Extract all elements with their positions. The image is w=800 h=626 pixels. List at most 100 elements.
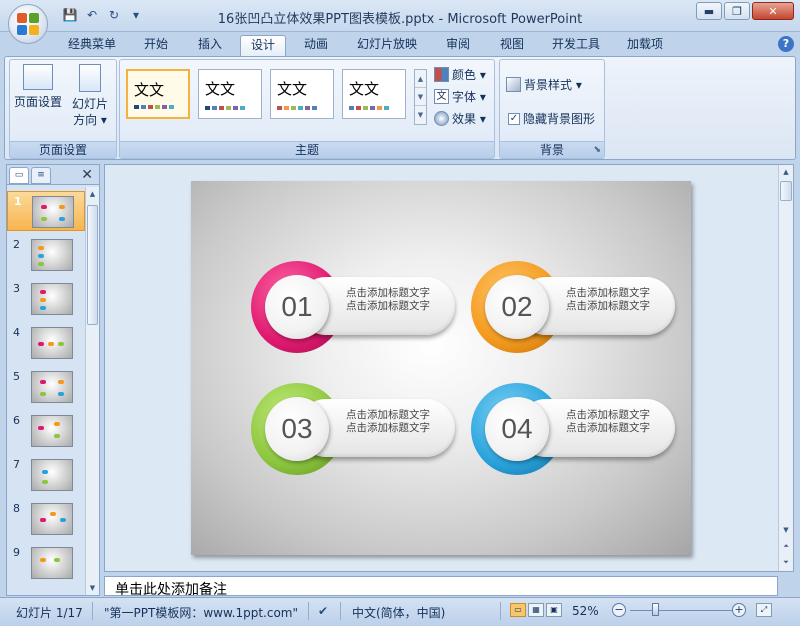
tab-home[interactable]: 开始 [136, 35, 176, 56]
scrollbar-thumb[interactable] [780, 181, 792, 201]
tab-review[interactable]: 审阅 [438, 35, 478, 56]
scroll-down-icon[interactable]: ▼ [86, 581, 99, 595]
scrollbar-thumb[interactable] [87, 205, 98, 325]
help-icon[interactable]: ? [778, 36, 794, 52]
tab-insert[interactable]: 插入 [190, 35, 230, 56]
tab-outline[interactable]: ≡ [31, 167, 51, 184]
tab-animations[interactable]: 动画 [296, 35, 336, 56]
theme-fonts-button[interactable]: 文 字体 ▾ [434, 88, 486, 105]
slide-preview [31, 371, 73, 403]
previous-slide-icon[interactable]: ⏶ [779, 539, 793, 553]
theme-swatches [277, 106, 317, 110]
slide-number: 4 [13, 326, 20, 339]
background-dialog-launcher-icon[interactable]: ⬊ [593, 145, 601, 155]
slide-thumbnail[interactable]: 1 [7, 191, 85, 231]
slide-orientation-button[interactable]: 幻灯片 方向 ▾ [66, 64, 114, 128]
caption-line-2: 点击添加标题文字 [566, 300, 650, 312]
fit-to-window-icon[interactable]: ⤢ [756, 603, 772, 617]
caption-line-2: 点击添加标题文字 [346, 300, 430, 312]
page-setup-label: 页面设置 [14, 95, 63, 109]
zoom-out-icon[interactable]: − [612, 603, 626, 617]
caption-line-1: 点击添加标题文字 [566, 409, 650, 421]
scroll-up-icon[interactable]: ▲ [779, 165, 793, 179]
zoom-level[interactable]: 52% [572, 604, 599, 618]
tab-developer[interactable]: 开发工具 [546, 35, 606, 56]
slide-item-04[interactable]: 04 点击添加标题文字 点击添加标题文字 [471, 383, 677, 475]
slide-sorter-view-icon[interactable]: ▦ [528, 603, 544, 617]
slides-pane-scrollbar[interactable]: ▲ ▼ [85, 187, 99, 595]
gallery-more-icon[interactable]: ▼ [415, 106, 426, 124]
slide-thumbnail[interactable]: 5 [7, 367, 85, 407]
background-styles-button[interactable]: 背景样式 ▾ [506, 76, 582, 93]
page-setup-button[interactable]: 页面设置 [14, 64, 62, 110]
window-title: 16张凹凸立体效果PPT图表模板.pptx - Microsoft PowerP… [217, 12, 583, 27]
editor-scrollbar[interactable]: ▲ ▼ ⏶ ⏷ [778, 165, 793, 571]
ribbon-tabs: 经典菜单 开始 插入 设计 动画 幻灯片放映 审阅 视图 开发工具 加载项 ? [0, 32, 800, 56]
zoom-slider-track[interactable] [630, 610, 734, 611]
slide-item-01[interactable]: 01 点击添加标题文字 点击添加标题文字 [251, 261, 457, 353]
spellcheck-icon[interactable]: ✔ [318, 604, 328, 618]
maximize-button[interactable]: ❐ [724, 2, 750, 20]
zoom-slider-thumb[interactable] [652, 603, 659, 616]
slide-number: 1 [14, 195, 22, 208]
slide-thumbnail[interactable]: 2 [7, 235, 85, 275]
office-button[interactable] [8, 4, 48, 44]
group-background-label: 背景 [500, 141, 604, 158]
minimize-button[interactable]: ▬ [696, 2, 722, 20]
language-indicator[interactable]: 中文(简体，中国) [352, 604, 445, 621]
slide-preview [31, 239, 73, 271]
status-bar: 幻灯片 1/17 "第一PPT模板网：www.1ppt.com" ✔ 中文(简体… [0, 597, 800, 626]
slide-item-02[interactable]: 02 点击添加标题文字 点击添加标题文字 [471, 261, 677, 353]
slide-canvas[interactable]: 01 点击添加标题文字 点击添加标题文字 02 点击添加标题文字 点击添加标题文… [191, 181, 691, 555]
gallery-up-icon[interactable]: ▲ [415, 70, 426, 88]
theme-option-2[interactable]: 文文 [198, 69, 262, 119]
slide-preview [31, 503, 73, 535]
slide-preview [31, 283, 73, 315]
fonts-label: 字体 ▾ [452, 90, 486, 104]
close-button[interactable]: ✕ [752, 2, 794, 20]
item-caption: 点击添加标题文字 点击添加标题文字 [325, 409, 451, 435]
background-styles-icon [506, 77, 521, 92]
slide-thumbnail[interactable]: 7 [7, 455, 85, 495]
slide-thumbnail[interactable]: 6 [7, 411, 85, 451]
tab-view[interactable]: 视图 [492, 35, 532, 56]
ribbon: 页面设置 幻灯片 方向 ▾ 页面设置 文文 文文 文文 文文 ▲ ▼ ▼ 颜色 … [4, 56, 796, 160]
slide-thumbnail[interactable]: 8 [7, 499, 85, 539]
slide-number: 6 [13, 414, 20, 427]
tab-addins[interactable]: 加载项 [620, 35, 670, 56]
slide-indicator: 幻灯片 1/17 [16, 606, 83, 620]
normal-view-icon[interactable]: ▭ [510, 603, 526, 617]
caption-line-2: 点击添加标题文字 [566, 422, 650, 434]
scroll-up-icon[interactable]: ▲ [86, 187, 99, 201]
slide-preview [31, 415, 73, 447]
checkbox-icon[interactable]: ✓ [508, 112, 520, 125]
caption-line-1: 点击添加标题文字 [566, 287, 650, 299]
theme-gallery-scroll[interactable]: ▲ ▼ ▼ [414, 69, 427, 125]
slide-editor: 01 点击添加标题文字 点击添加标题文字 02 点击添加标题文字 点击添加标题文… [104, 164, 794, 572]
tab-classic-menu[interactable]: 经典菜单 [62, 35, 122, 56]
slide-item-03[interactable]: 03 点击添加标题文字 点击添加标题文字 [251, 383, 457, 475]
slideshow-view-icon[interactable]: ▣ [546, 603, 562, 617]
title-bar: 💾 ↶ ↻ ▾ 16张凹凸立体效果PPT图表模板.pptx - Microsof… [0, 0, 800, 44]
zoom-in-icon[interactable]: + [732, 603, 746, 617]
notes-input[interactable]: 单击此处添加备注 [104, 576, 778, 596]
hide-graphics-label: 隐藏背景图形 [523, 112, 596, 126]
slide-preview [31, 327, 73, 359]
theme-option-4[interactable]: 文文 [342, 69, 406, 119]
theme-option-3[interactable]: 文文 [270, 69, 334, 119]
next-slide-icon[interactable]: ⏷ [779, 555, 793, 569]
pane-close-icon[interactable]: ✕ [81, 167, 93, 183]
hide-background-graphics-checkbox[interactable]: ✓ 隐藏背景图形 [508, 110, 595, 127]
slide-thumbnail[interactable]: 4 [7, 323, 85, 363]
slide-thumbnail[interactable]: 9 [7, 543, 85, 583]
slide-number: 2 [13, 238, 20, 251]
theme-option-1[interactable]: 文文 [126, 69, 190, 119]
scroll-down-icon[interactable]: ▼ [779, 523, 793, 537]
tab-design[interactable]: 设计 [240, 35, 286, 56]
tab-slides[interactable]: ▭ [9, 167, 29, 184]
tab-slideshow[interactable]: 幻灯片放映 [350, 35, 424, 56]
gallery-down-icon[interactable]: ▼ [415, 88, 426, 106]
theme-colors-button[interactable]: 颜色 ▾ [434, 66, 486, 83]
theme-effects-button[interactable]: 效果 ▾ [434, 110, 486, 127]
slide-thumbnail[interactable]: 3 [7, 279, 85, 319]
